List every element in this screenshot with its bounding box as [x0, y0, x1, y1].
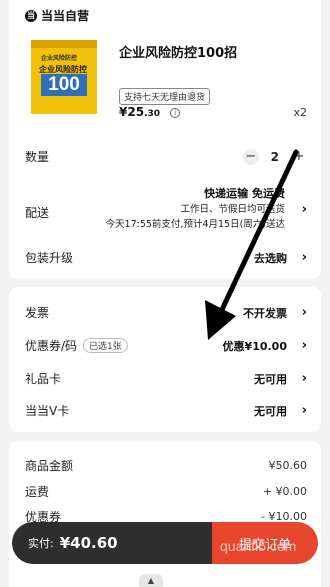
gift-card-label: 礼品卡 [25, 372, 62, 386]
expand-handle-icon[interactable]: ▲ [139, 574, 163, 587]
cover-strip [31, 40, 97, 48]
decrease-button[interactable]: − [242, 148, 259, 165]
shop-header[interactable]: 当 当当自营 [25, 7, 89, 24]
info-icon[interactable]: i [170, 108, 181, 118]
submit-order-button[interactable]: 提交订单 [212, 522, 318, 564]
gift-card-row[interactable]: 礼品卡 无可用 › [25, 370, 307, 387]
chevron-right-icon: › [301, 371, 307, 386]
chevron-right-icon: › [301, 305, 307, 320]
delivery-schedule: 工作日、节假日均可送货 [180, 204, 285, 215]
product-title[interactable]: 企业风险防控100招 [119, 42, 237, 61]
cover-top-text: 企业风险防控 [41, 55, 78, 62]
return-policy-tag: 支持七天无理由退货 [119, 88, 211, 105]
summary-amount: ¥50.60 [268, 459, 308, 472]
summary-label: 运费 [25, 485, 50, 499]
delivery-label: 配送 [25, 206, 50, 220]
cover-number: 100 [41, 74, 87, 96]
packaging-label: 包装升级 [25, 251, 74, 265]
delivery-eta: 今天17:55前支付,预计4月15日(周六)送达 [105, 219, 285, 230]
price-main: ¥25 [119, 105, 145, 119]
quantity-row: 数量 − 2 + [25, 148, 307, 165]
price-decimal: .30 [144, 109, 161, 119]
dangdang-logo-icon: 当 [25, 9, 37, 22]
product-quantity: x2 [293, 106, 307, 119]
checkout-bar: 实付: ¥40.60 提交订单 [12, 522, 318, 564]
quantity-value[interactable]: 2 [271, 150, 279, 164]
coupon-selected-badge: 已选1张 [83, 338, 128, 353]
total-label: 实付: [28, 537, 54, 550]
summary-row: 运费 + ¥0.00 [25, 483, 307, 500]
product-price: ¥25.30 i [119, 105, 181, 119]
price-summary-card: 商品金额 ¥50.60 运费 + ¥0.00 优惠券 - ¥10.00 [9, 441, 321, 587]
v-card-value: 无可用 [254, 404, 287, 418]
coupon-value: 优惠¥10.00 [222, 339, 287, 353]
delivery-method: 快递运输 免运费 [204, 187, 285, 200]
chevron-right-icon: › [301, 202, 307, 217]
coupon-row[interactable]: 优惠券/码 已选1张 优惠¥10.00 › [25, 337, 307, 354]
invoice-label: 发票 [25, 306, 50, 320]
invoice-value: 不开发票 [243, 306, 287, 320]
packaging-row[interactable]: 包装升级 去选购 › [25, 249, 307, 266]
coupon-label: 优惠券/码 [25, 339, 78, 353]
total-section: 实付: ¥40.60 [12, 522, 212, 564]
chevron-right-icon: › [301, 250, 307, 265]
total-amount: ¥40.60 [59, 534, 118, 552]
product-card: 当 当当自营 企业风险防控 企业风险防控 100 企业风险防控100招 支持七天… [9, 0, 321, 279]
quantity-stepper: − 2 + [242, 148, 307, 165]
packaging-value: 去选购 [254, 251, 287, 265]
summary-label: 商品金额 [25, 459, 74, 473]
shop-name: 当当自营 [41, 9, 90, 23]
gift-card-value: 无可用 [254, 372, 287, 386]
invoice-row[interactable]: 发票 不开发票 › [25, 304, 307, 321]
v-card-row[interactable]: 当当V卡 无可用 › [25, 402, 307, 419]
chevron-right-icon: › [301, 338, 307, 353]
summary-row: 商品金额 ¥50.60 [25, 457, 307, 474]
increase-button[interactable]: + [291, 148, 307, 165]
chevron-right-icon: › [301, 403, 307, 418]
product-cover-image[interactable]: 企业风险防控 企业风险防控 100 [31, 40, 97, 114]
payment-options-card: 发票 不开发票 › 优惠券/码 已选1张 优惠¥10.00 › 礼品卡 无可用 … [9, 287, 321, 432]
summary-amount: + ¥0.00 [262, 485, 307, 498]
quantity-label: 数量 [25, 150, 50, 164]
v-card-label: 当当V卡 [25, 404, 70, 418]
